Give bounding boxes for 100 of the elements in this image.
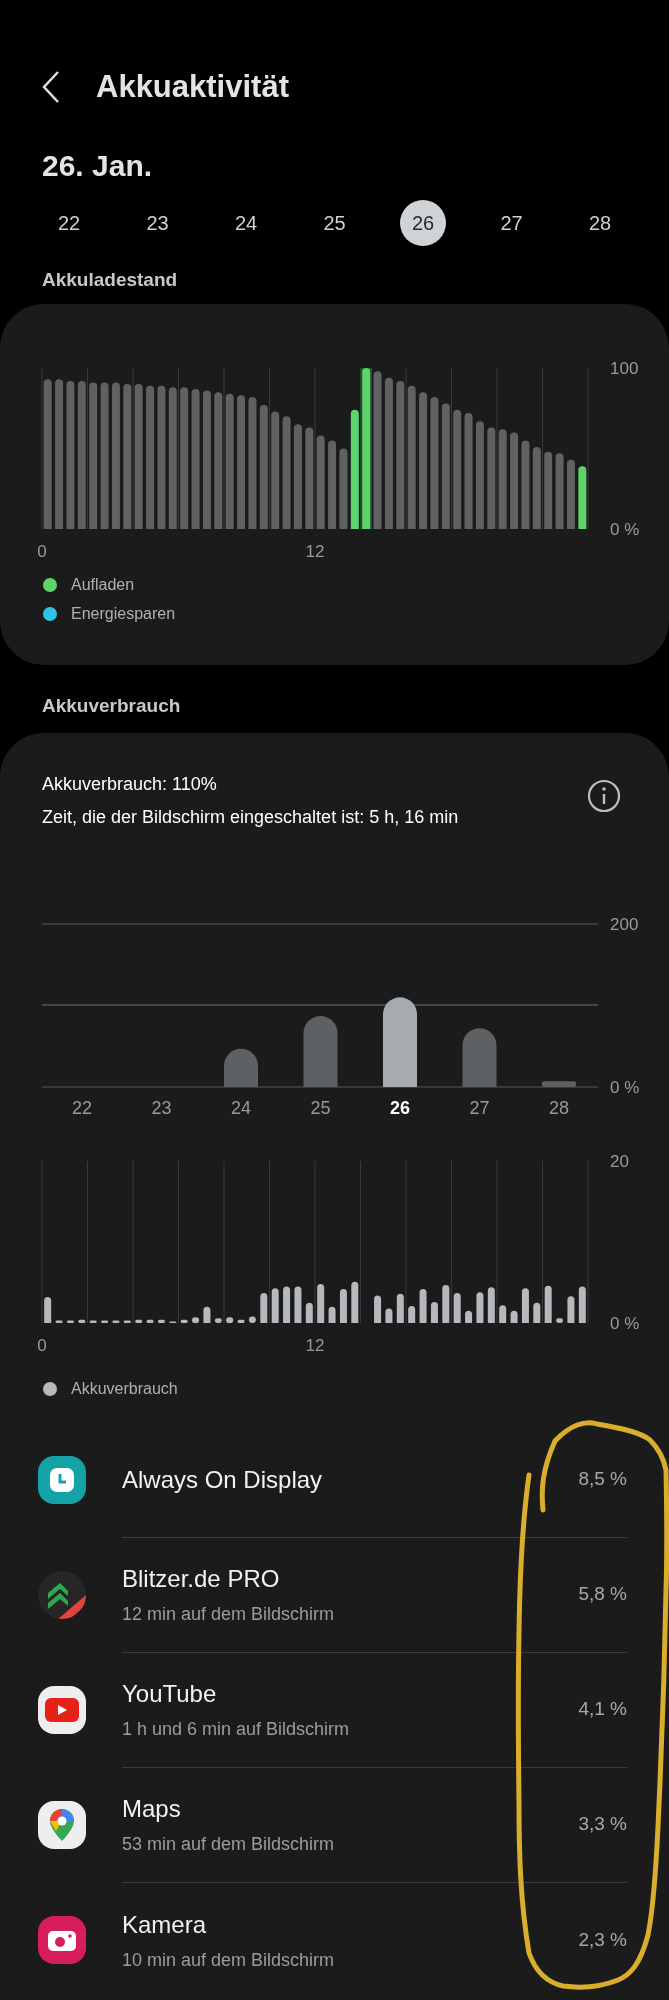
page-title: Akkuaktivität xyxy=(96,68,289,106)
axis-label: 200 xyxy=(610,914,639,934)
day-tab[interactable]: 26 xyxy=(400,199,446,246)
axis-label: 28 xyxy=(549,1097,569,1118)
bar xyxy=(294,1286,302,1323)
bar xyxy=(135,1319,143,1323)
screen-time: Zeit, die der Bildschirm eingeschaltet ist: 5 h, 16 min xyxy=(42,805,459,829)
bar xyxy=(146,1319,154,1323)
app-row[interactable]: Always On Display 8,5 % xyxy=(0,1422,669,1538)
bar xyxy=(567,1295,575,1323)
bar xyxy=(521,1287,529,1323)
bar xyxy=(317,1283,325,1323)
bar xyxy=(556,1317,564,1323)
day-tab[interactable]: 25 xyxy=(311,199,358,246)
bar xyxy=(462,1027,497,1087)
axis-label: 26 xyxy=(390,1097,410,1118)
usage-percent: 3,3 % xyxy=(578,1812,627,1837)
bar xyxy=(89,1320,97,1323)
bar xyxy=(499,1304,507,1323)
date-title: 26. Jan. xyxy=(41,147,153,184)
bar xyxy=(101,1320,109,1323)
bar xyxy=(66,1320,74,1323)
bar xyxy=(408,1305,416,1323)
axis-label: 20 xyxy=(610,1151,629,1171)
axis-label: 22 xyxy=(72,1097,92,1118)
bar xyxy=(305,1302,313,1323)
bar xyxy=(112,1320,120,1323)
axis-label: 25 xyxy=(310,1097,331,1118)
bar xyxy=(214,1317,222,1323)
legend-label: Akkuverbrauch xyxy=(71,1378,178,1399)
bar xyxy=(351,1281,359,1323)
bar xyxy=(180,1319,188,1323)
bar xyxy=(303,1015,338,1087)
map-pin-icon xyxy=(38,1801,86,1849)
day-tab[interactable]: 24 xyxy=(223,199,269,246)
day-tab[interactable]: 23 xyxy=(134,199,181,246)
bar xyxy=(339,1288,347,1323)
bar xyxy=(374,1294,382,1323)
bar xyxy=(203,1306,211,1323)
axis-label: 12 xyxy=(305,1335,325,1355)
bar xyxy=(169,1320,177,1323)
bar xyxy=(226,1316,234,1323)
axis-label: 0 % xyxy=(610,520,640,539)
bar xyxy=(542,1080,576,1087)
app-row[interactable]: Maps 53 min auf dem Bildschirm 3,3 % xyxy=(0,1767,669,1883)
play-icon xyxy=(38,1686,86,1734)
usage-total: Akkuverbrauch: 110% xyxy=(42,772,218,796)
app-name: Maps xyxy=(122,1794,182,1824)
app-name: Blitzer.de PRO xyxy=(122,1564,281,1594)
bar xyxy=(237,1319,245,1323)
axis-label: 0 xyxy=(37,542,47,561)
chevron-icon xyxy=(38,1571,86,1619)
legend-label: Energiesparen xyxy=(71,604,176,624)
bar xyxy=(224,1048,258,1087)
app-screen-time: 1 h und 6 min auf Bildschirm xyxy=(122,1718,350,1741)
bar xyxy=(510,1310,518,1323)
usage-percent: 5,8 % xyxy=(578,1582,627,1607)
app-row[interactable]: YouTube 1 h und 6 min auf Bildschirm 4,1 % xyxy=(0,1652,669,1768)
usage-percent: 8,5 % xyxy=(578,1467,627,1492)
bar xyxy=(566,459,575,529)
info-icon[interactable] xyxy=(587,778,621,813)
app-name: YouTube xyxy=(122,1679,218,1709)
app-row[interactable]: Blitzer.de PRO 12 min auf dem Bildschirm 5,8 % xyxy=(0,1537,669,1653)
bar xyxy=(78,1319,86,1323)
axis-label: 23 xyxy=(151,1097,172,1118)
bar xyxy=(283,1286,291,1323)
app-screen-time: 53 min auf dem Bildschirm xyxy=(122,1833,335,1856)
bar xyxy=(396,1293,404,1323)
clock-icon xyxy=(38,1456,86,1504)
app-name: Always On Display xyxy=(122,1464,323,1495)
bar xyxy=(442,1284,450,1323)
axis-label: 100 xyxy=(610,359,639,378)
bar xyxy=(487,1286,495,1323)
bar xyxy=(465,1310,473,1323)
day-tab[interactable]: 28 xyxy=(577,199,623,246)
axis-label: 27 xyxy=(469,1097,490,1118)
bar xyxy=(123,1320,131,1323)
app-screen-time: 12 min auf dem Bildschirm xyxy=(122,1603,335,1626)
bar xyxy=(533,1302,541,1323)
usage-percent: 2,3 % xyxy=(578,1927,627,1952)
bar xyxy=(578,1286,586,1323)
bar xyxy=(544,1285,552,1323)
axis-label: 24 xyxy=(231,1097,251,1118)
app-screen-time: 10 min auf dem Bildschirm xyxy=(122,1948,335,1972)
bar xyxy=(419,1288,427,1323)
bar xyxy=(157,1319,165,1323)
day-tab[interactable]: 27 xyxy=(488,199,535,246)
bar xyxy=(55,1320,63,1323)
axis-label: 0 xyxy=(37,1335,47,1355)
camera-icon xyxy=(38,1916,86,1964)
bar xyxy=(430,1301,438,1323)
section-heading: Akkuverbrauch xyxy=(41,694,181,718)
bar xyxy=(453,1292,461,1323)
axis-label: 0 % xyxy=(610,1077,640,1097)
axis-label: 0 % xyxy=(610,1313,640,1333)
app-row[interactable]: Kamera 10 min auf dem Bildschirm 2,3 % xyxy=(0,1882,669,1998)
day-tab[interactable]: 22 xyxy=(46,199,92,246)
bar xyxy=(385,1307,393,1323)
bar xyxy=(476,1291,484,1323)
usage-percent: 4,1 % xyxy=(578,1697,627,1722)
